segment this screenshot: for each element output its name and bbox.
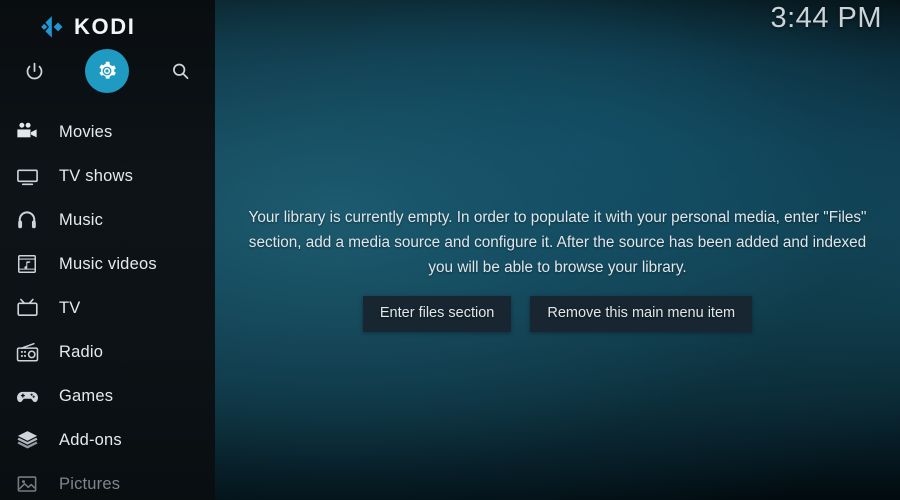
sidebar-item-label: Radio — [59, 342, 104, 361]
sidebar-item-label: TV — [59, 298, 81, 317]
sidebar-item-music[interactable]: Music — [0, 198, 215, 242]
sidebar-item-tv-shows[interactable]: TV shows — [0, 154, 215, 198]
addons-box-icon — [10, 429, 44, 452]
sidebar-item-radio[interactable]: Radio — [0, 330, 215, 374]
music-video-icon — [10, 253, 44, 275]
empty-library-panel: Your library is currently empty. In orde… — [215, 205, 900, 332]
sidebar-item-pictures[interactable]: Pictures — [0, 462, 215, 500]
pictures-icon — [10, 473, 44, 495]
sidebar: KODI Movies TV shows Music Music videos … — [0, 0, 215, 500]
kodi-logo-icon — [40, 15, 65, 39]
sidebar-item-tv[interactable]: TV — [0, 286, 215, 330]
sidebar-item-label: Music — [59, 210, 104, 229]
sidebar-item-label: Music videos — [59, 254, 157, 273]
power-icon — [24, 61, 45, 82]
brand: KODI — [0, 0, 215, 44]
enter-files-section-button[interactable]: Enter files section — [362, 296, 512, 332]
tv-antenna-icon — [10, 297, 44, 320]
sidebar-item-label: TV shows — [59, 166, 134, 185]
sidebar-item-games[interactable]: Games — [0, 374, 215, 418]
sidebar-item-add-ons[interactable]: Add-ons — [0, 418, 215, 462]
sidebar-item-music-videos[interactable]: Music videos — [0, 242, 215, 286]
empty-library-actions: Enter files section Remove this main men… — [237, 296, 878, 332]
gear-icon — [97, 61, 117, 81]
settings-button[interactable] — [85, 49, 129, 93]
sidebar-nav-list: Movies TV shows Music Music videos TV Ra… — [0, 110, 215, 500]
search-button[interactable] — [158, 49, 202, 93]
search-icon — [170, 61, 191, 82]
main-content-area: 3:44 PM Your library is currently empty.… — [215, 0, 900, 500]
sidebar-top-actions — [0, 44, 215, 98]
movie-camera-icon — [10, 121, 44, 143]
remove-main-menu-item-button[interactable]: Remove this main menu item — [530, 296, 753, 332]
brand-name: KODI — [74, 14, 136, 39]
sidebar-item-label: Games — [59, 386, 114, 405]
kodi-home-screen: 3:44 PM Your library is currently empty.… — [0, 0, 900, 500]
television-icon — [10, 165, 44, 188]
gamepad-icon — [10, 385, 44, 408]
sidebar-item-movies[interactable]: Movies — [0, 110, 215, 154]
power-button[interactable] — [12, 49, 56, 93]
radio-icon — [10, 341, 44, 364]
clock: 3:44 PM — [770, 2, 882, 34]
headphones-icon — [10, 209, 44, 231]
sidebar-item-label: Movies — [59, 122, 113, 141]
sidebar-item-label: Add-ons — [59, 430, 122, 449]
empty-library-message: Your library is currently empty. In orde… — [248, 209, 867, 276]
sidebar-item-label: Pictures — [59, 474, 121, 493]
